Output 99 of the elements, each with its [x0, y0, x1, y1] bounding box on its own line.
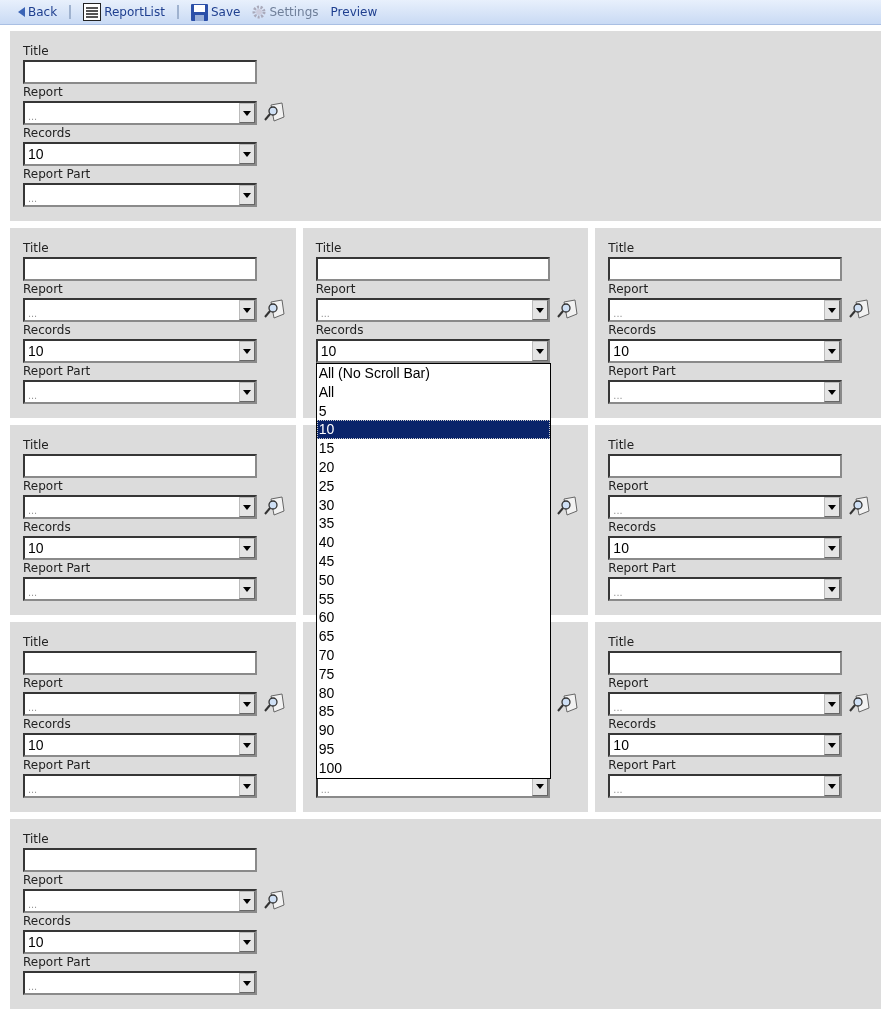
field-label: Title: [23, 240, 49, 257]
field-label: Report: [23, 675, 63, 692]
field-label: Records: [608, 519, 657, 536]
field-label: Records: [315, 322, 364, 339]
caret-icon: [828, 545, 837, 551]
caret-icon: [828, 307, 837, 313]
field-label: Report Part: [23, 560, 91, 577]
select-field[interactable]: 10: [608, 733, 843, 757]
magnifier-icon[interactable]: [555, 693, 578, 715]
title-input[interactable]: [23, 651, 257, 675]
title-input[interactable]: [23, 60, 257, 84]
caret-icon: [828, 389, 837, 395]
select-field[interactable]: 10: [608, 339, 843, 363]
select-field[interactable]: 10: [608, 536, 843, 560]
magnifier-icon[interactable]: [263, 102, 285, 124]
title-input[interactable]: [23, 454, 257, 478]
caret-icon: [243, 389, 251, 395]
magnifier-icon[interactable]: [848, 693, 871, 715]
toolbar-button[interactable]: Save: [188, 3, 243, 21]
caret-icon: [243, 307, 251, 313]
field-label: Report: [23, 872, 63, 889]
caret-icon: [243, 504, 251, 510]
title-input[interactable]: [608, 257, 843, 281]
field-label: Title: [23, 831, 49, 848]
field-label: Report Part: [608, 560, 676, 577]
toolbar-button[interactable]: ReportList: [81, 3, 167, 21]
field-label: Report: [608, 281, 649, 298]
caret-icon: [535, 307, 544, 313]
field-label: Report Part: [23, 363, 91, 380]
title-input[interactable]: [315, 257, 550, 281]
caret-icon: [828, 504, 837, 510]
caret-icon: [828, 742, 837, 748]
field-label: Records: [608, 716, 657, 733]
caret-icon: [828, 348, 837, 354]
magnifier-icon[interactable]: [263, 496, 285, 518]
magnifier-icon[interactable]: [263, 299, 285, 321]
field-label: Report Part: [23, 954, 91, 971]
select-field[interactable]: 10: [315, 339, 550, 363]
caret-icon: [243, 701, 251, 707]
field-label: Report: [315, 281, 356, 298]
magnifier-icon[interactable]: [555, 299, 578, 321]
back-arrow-icon: [18, 7, 25, 17]
title-input[interactable]: [608, 454, 843, 478]
caret-icon: [243, 742, 251, 748]
magnifier-icon[interactable]: [263, 890, 285, 912]
caret-icon: [535, 348, 544, 354]
field-label: Report Part: [23, 757, 91, 774]
field-label: Report: [23, 84, 63, 101]
dropdown-option[interactable]: 10: [316, 420, 550, 440]
select-field[interactable]: 10: [23, 930, 257, 954]
field-label: Records: [608, 322, 657, 339]
select-field[interactable]: 10: [23, 339, 257, 363]
magnifier-icon[interactable]: [555, 496, 578, 518]
caret-icon: [243, 898, 251, 904]
field-label: Report: [23, 281, 63, 298]
field-label: Title: [608, 240, 635, 257]
field-label: Records: [23, 913, 71, 930]
field-label: Report: [23, 478, 63, 495]
caret-icon: [243, 110, 251, 116]
field-label: Report: [608, 675, 649, 692]
caret-icon: [828, 783, 837, 789]
field-label: Records: [23, 519, 71, 536]
caret-icon: [243, 545, 251, 551]
field-label: Report Part: [608, 363, 676, 380]
gear-icon: [252, 5, 267, 19]
field-label: Title: [315, 240, 342, 257]
field-label: Records: [23, 716, 71, 733]
field-label: Title: [23, 43, 49, 60]
field-label: Records: [23, 125, 71, 142]
magnifier-icon[interactable]: [263, 693, 285, 715]
caret-icon: [243, 192, 251, 198]
select-field[interactable]: 10: [23, 142, 257, 166]
field-label: Report Part: [23, 166, 91, 183]
field-label: Records: [23, 322, 71, 339]
title-input[interactable]: [23, 257, 257, 281]
caret-icon: [828, 586, 837, 592]
caret-icon: [243, 939, 251, 945]
select-field[interactable]: 10: [23, 733, 257, 757]
caret-icon: [243, 586, 251, 592]
list-icon: [83, 3, 102, 21]
caret-icon: [243, 348, 251, 354]
magnifier-icon[interactable]: [848, 496, 871, 518]
toolbar-button[interactable]: Back: [16, 5, 60, 19]
magnifier-icon[interactable]: [848, 299, 871, 321]
title-input[interactable]: [608, 651, 843, 675]
toolbar-button[interactable]: Preview: [328, 5, 380, 19]
select-field[interactable]: 10: [23, 536, 257, 560]
field-label: Title: [608, 437, 635, 454]
caret-icon: [243, 980, 251, 986]
field-label: Title: [23, 634, 49, 651]
caret-icon: [828, 701, 837, 707]
field-label: Title: [608, 634, 635, 651]
field-label: Report: [608, 478, 649, 495]
caret-icon: [535, 783, 544, 789]
field-label: Title: [23, 437, 49, 454]
field-label: Report Part: [608, 757, 676, 774]
caret-icon: [243, 783, 251, 789]
title-input[interactable]: [23, 848, 257, 872]
caret-icon: [243, 151, 251, 157]
